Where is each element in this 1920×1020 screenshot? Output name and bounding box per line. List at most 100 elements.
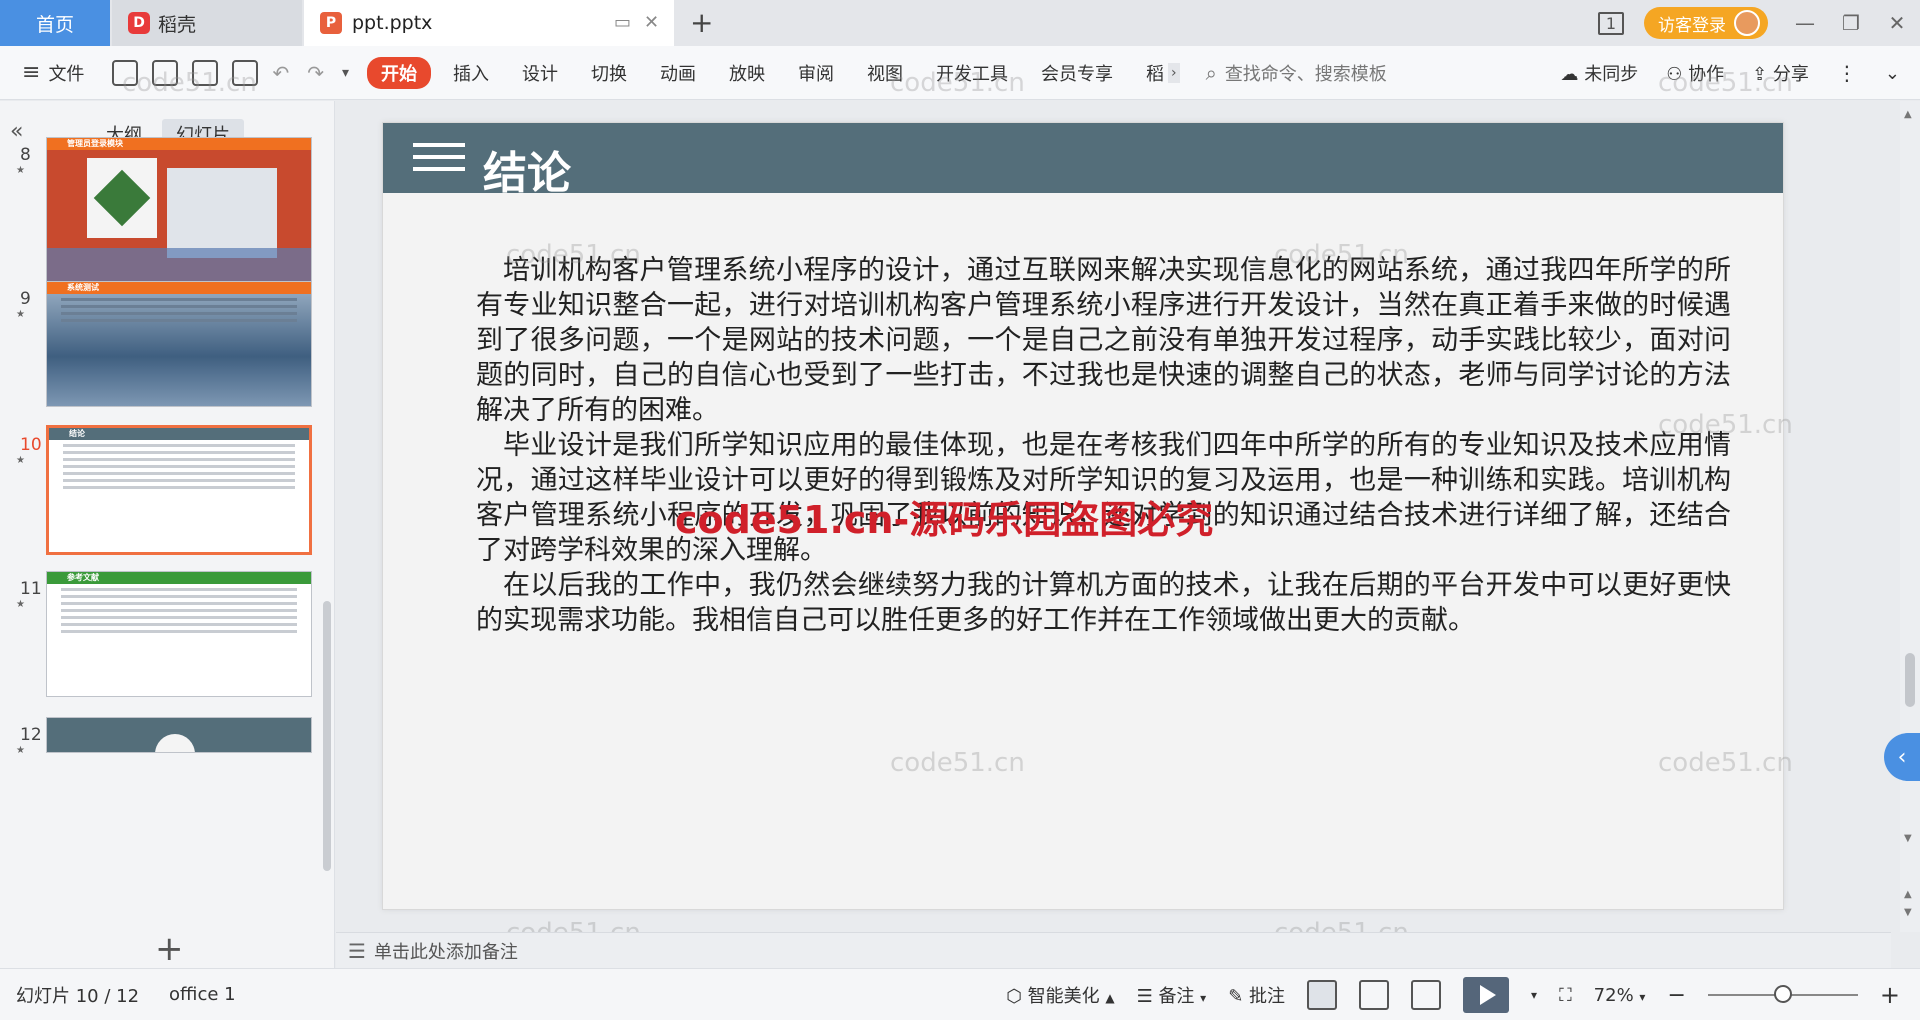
new-tab-button[interactable]: + [690, 6, 713, 39]
ribbon-tab-slideshow[interactable]: 放映 [729, 60, 765, 86]
slide-sorter-icon[interactable] [1359, 980, 1390, 1010]
comment-button[interactable]: ✎ 批注 [1228, 982, 1285, 1008]
tab-document[interactable]: P ppt.pptx ▭ ✕ [304, 0, 674, 46]
close-window-icon[interactable]: ✕ [1874, 11, 1920, 35]
slide-title[interactable]: 结论 [483, 137, 571, 201]
redo-icon[interactable]: ↷ [307, 61, 324, 85]
minimize-icon[interactable]: — [1782, 11, 1828, 35]
ribbon-tab-insert[interactable]: 插入 [453, 60, 489, 86]
thumb-text-line [61, 319, 297, 322]
vertical-scrollbar[interactable]: ▲ ▼ ▲ ▼ [1900, 101, 1920, 932]
thumbnail-scrollbar[interactable] [323, 601, 331, 871]
ribbon-tab-design[interactable]: 设计 [522, 60, 558, 86]
quick-access-dropdown-icon[interactable]: ▾ [342, 65, 349, 81]
sun-icon [155, 734, 195, 752]
thumb-text-line [61, 623, 297, 626]
beautify-icon: ⬡ [1006, 986, 1022, 1007]
play-dropdown-icon[interactable]: ▾ [1531, 988, 1537, 1002]
slide-thumbnail-8[interactable]: 管理员登录模块 [46, 137, 312, 287]
collab-button[interactable]: ⚇ 协作 [1666, 60, 1724, 86]
search-placeholder: 查找命令、搜索模板 [1224, 63, 1387, 85]
export-icon[interactable] [152, 59, 179, 86]
next-slide-arrow-icon[interactable]: ▼ [1904, 907, 1912, 918]
tab-daoke[interactable]: D 稻壳 [112, 0, 302, 46]
prev-slide-arrow-icon[interactable]: ▲ [1904, 889, 1912, 900]
ribbon-tab-developer[interactable]: 开发工具 [936, 60, 1008, 86]
ribbon-tab-transition[interactable]: 切换 [591, 60, 627, 86]
zoom-slider-knob[interactable] [1773, 985, 1792, 1003]
ribbon-more-icon[interactable]: › [1168, 62, 1180, 83]
print-preview-icon[interactable] [232, 59, 259, 86]
restore-icon[interactable]: ❐ [1828, 11, 1874, 35]
status-left: 幻灯片 10 / 12 office 1 [0, 982, 236, 1008]
hamburger-icon: ≡ [22, 60, 41, 85]
cloud-icon: ☁ [1560, 64, 1579, 85]
reading-view-icon[interactable] [1411, 980, 1442, 1010]
fit-window-icon[interactable]: ⛶ [1559, 985, 1572, 1006]
slide-thumbnail-9[interactable]: 系统测试 [46, 281, 312, 407]
ribbon-tab-review[interactable]: 审阅 [798, 60, 834, 86]
beautify-label: 智能美化 [1027, 986, 1100, 1007]
thumb-text-line [61, 298, 297, 301]
theme-name[interactable]: office 1 [169, 984, 236, 1005]
close-tab-icon[interactable]: ✕ [644, 12, 659, 33]
file-menu-label: 文件 [48, 63, 85, 85]
animation-star-icon: ★ [16, 599, 25, 610]
zoom-level[interactable]: 72% ▾ [1594, 985, 1646, 1006]
ribbon-tab-daoke[interactable]: 稻 [1146, 60, 1164, 86]
thumb-text-line [61, 609, 297, 612]
notes-area[interactable]: ☰ 单击此处添加备注 [336, 932, 1891, 968]
tab-home[interactable]: 首页 [0, 0, 110, 46]
scroll-up-arrow-icon[interactable]: ▲ [1904, 109, 1912, 120]
daoke-logo-icon: D [128, 12, 150, 34]
visitor-login-button[interactable]: 访客登录 [1644, 7, 1768, 39]
command-search[interactable]: ⌕ 查找命令、搜索模板 [1206, 60, 1387, 86]
slide-body-textbox[interactable]: 培训机构客户管理系统小程序的设计，通过互联网来解决实现信息化的网站系统，通过我四… [476, 253, 1731, 638]
slide-paragraph: 培训机构客户管理系统小程序的设计，通过互联网来解决实现信息化的网站系统，通过我四… [476, 255, 1731, 426]
ppt-logo-icon: P [320, 12, 342, 34]
side-panel-toggle[interactable]: ‹ [1884, 733, 1920, 781]
zoom-value: 72% [1593, 984, 1634, 1006]
save-icon[interactable] [112, 59, 139, 86]
monitor-icon[interactable]: ▭ [614, 12, 631, 33]
page-layout-icon[interactable]: 1 [1597, 11, 1624, 35]
file-menu[interactable]: ≡ 文件 [22, 60, 84, 86]
sync-label: 未同步 [1584, 64, 1639, 85]
collapse-ribbon-icon[interactable]: ⌄ [1885, 63, 1900, 84]
undo-icon[interactable]: ↶ [272, 61, 289, 85]
ribbon-tab-member[interactable]: 会员专享 [1041, 60, 1113, 86]
share-button[interactable]: ⇪ 分享 [1752, 60, 1809, 86]
collapse-panel-icon[interactable]: « [10, 119, 23, 144]
slide-canvas[interactable]: 结论 培训机构客户管理系统小程序的设计，通过互联网来解决实现信息化的网站系统，通… [382, 122, 1784, 910]
smart-beautify-button[interactable]: ⬡ 智能美化 ▲ [1006, 982, 1114, 1008]
ribbon-tab-animation[interactable]: 动画 [660, 60, 696, 86]
zoom-in-icon[interactable]: + [1880, 981, 1900, 1009]
thumb-title: 参考文献 [47, 572, 311, 584]
animation-star-icon: ★ [16, 745, 25, 756]
play-slideshow-button[interactable] [1463, 977, 1510, 1013]
scrollbar-thumb[interactable] [1905, 653, 1915, 707]
tab-daoke-label: 稻壳 [158, 13, 197, 36]
notes-toggle-button[interactable]: ☰ 备注 ▾ [1137, 982, 1207, 1008]
slide-thumbnail-12[interactable] [46, 717, 312, 753]
thumb-title: 系统测试 [47, 282, 311, 294]
scroll-down-arrow-icon[interactable]: ▼ [1904, 833, 1912, 844]
thumb-text-line [61, 616, 297, 619]
thumb-text-line [63, 486, 295, 489]
ribbon-tab-start[interactable]: 开始 [367, 56, 431, 89]
add-slide-button[interactable]: + [155, 929, 184, 969]
thumb-number: 11 [20, 579, 42, 599]
status-right: ⬡ 智能美化 ▲ ☰ 备注 ▾ ✎ 批注 ▾ ⛶ 72% ▾ − + [1006, 969, 1900, 1020]
tab-document-label: ppt.pptx [352, 12, 433, 34]
titlebar-right: 1 访客登录 — ❐ ✕ [1597, 0, 1920, 46]
slide-thumbnail-10[interactable]: 结论 [46, 425, 312, 555]
sync-button[interactable]: ☁ 未同步 [1560, 60, 1638, 86]
normal-view-icon[interactable] [1307, 980, 1338, 1010]
more-options-icon[interactable]: ⋮ [1837, 61, 1857, 85]
print-icon[interactable] [192, 59, 219, 86]
zoom-slider[interactable] [1707, 985, 1858, 1003]
slide-thumbnail-11[interactable]: 参考文献 [46, 571, 312, 697]
avatar [1734, 10, 1760, 36]
zoom-out-icon[interactable]: − [1667, 983, 1685, 1008]
ribbon-tab-view[interactable]: 视图 [867, 60, 903, 86]
